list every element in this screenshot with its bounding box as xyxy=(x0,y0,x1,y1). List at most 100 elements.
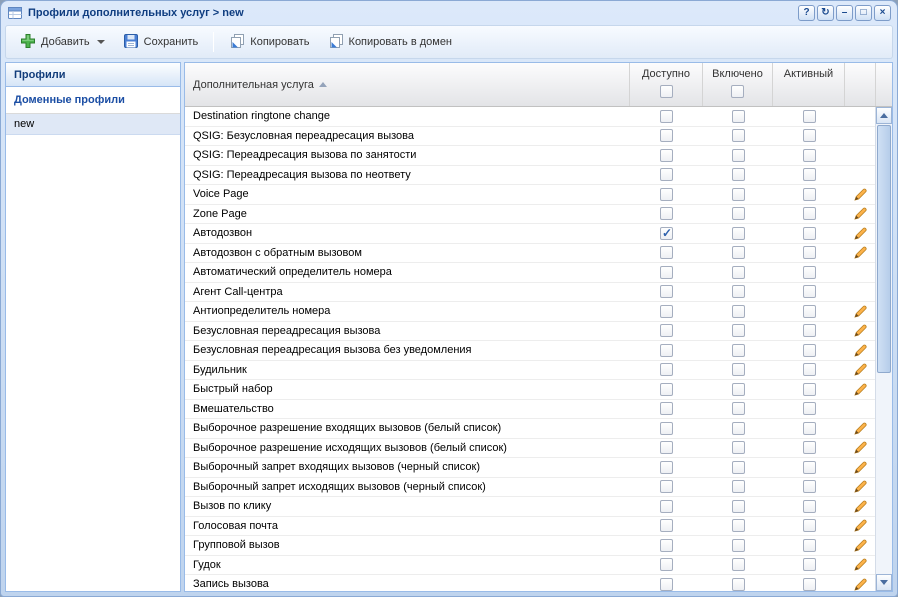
active-checkbox[interactable] xyxy=(803,266,816,279)
copy-to-domain-button[interactable]: Копировать в домен xyxy=(320,29,460,56)
available-checkbox[interactable] xyxy=(660,422,673,435)
enabled-checkbox[interactable] xyxy=(732,558,745,571)
available-checkbox[interactable] xyxy=(660,539,673,552)
enabled-checkbox[interactable] xyxy=(732,266,745,279)
enabled-checkbox[interactable] xyxy=(732,363,745,376)
sidebar-item-new[interactable]: new xyxy=(6,114,180,135)
table-row[interactable]: Безусловная переадресация вызова без уве… xyxy=(185,341,875,361)
active-checkbox[interactable] xyxy=(803,246,816,259)
enabled-checkbox[interactable] xyxy=(732,188,745,201)
available-checkbox[interactable] xyxy=(660,305,673,318)
enabled-checkbox[interactable] xyxy=(732,285,745,298)
minimize-button[interactable]: – xyxy=(836,5,853,21)
active-checkbox[interactable] xyxy=(803,207,816,220)
available-checkbox[interactable] xyxy=(660,129,673,142)
table-row[interactable]: Безусловная переадресация вызова xyxy=(185,322,875,342)
table-row[interactable]: Вмешательство xyxy=(185,400,875,420)
column-header-active[interactable]: Активный xyxy=(773,63,845,106)
active-checkbox[interactable] xyxy=(803,519,816,532)
scrollbar-track[interactable] xyxy=(876,124,892,574)
scrollbar-thumb[interactable] xyxy=(877,125,891,373)
enabled-checkbox[interactable] xyxy=(732,149,745,162)
enabled-checkbox[interactable] xyxy=(732,305,745,318)
table-row[interactable]: Будильник xyxy=(185,361,875,381)
column-header-enabled[interactable]: Включено xyxy=(703,63,773,106)
available-checkbox[interactable] xyxy=(660,402,673,415)
available-checkbox[interactable] xyxy=(660,500,673,513)
enabled-checkbox[interactable] xyxy=(732,539,745,552)
table-row[interactable]: Автодозвон с обратным вызовом xyxy=(185,244,875,264)
refresh-button[interactable]: ↻ xyxy=(817,5,834,21)
enabled-checkbox[interactable] xyxy=(732,461,745,474)
edit-pencil-icon[interactable] xyxy=(854,305,867,318)
active-checkbox[interactable] xyxy=(803,324,816,337)
active-checkbox[interactable] xyxy=(803,539,816,552)
available-checkbox[interactable] xyxy=(660,363,673,376)
active-checkbox[interactable] xyxy=(803,149,816,162)
available-checkbox[interactable] xyxy=(660,324,673,337)
enabled-checkbox[interactable] xyxy=(732,168,745,181)
enabled-checkbox[interactable] xyxy=(732,246,745,259)
table-row[interactable]: Вызов по клику xyxy=(185,497,875,517)
edit-pencil-icon[interactable] xyxy=(854,500,867,513)
active-checkbox[interactable] xyxy=(803,168,816,181)
active-checkbox[interactable] xyxy=(803,441,816,454)
enabled-header-checkbox[interactable] xyxy=(731,85,744,98)
sidebar-group-domain-profiles[interactable]: Доменные профили xyxy=(6,87,180,114)
active-checkbox[interactable] xyxy=(803,461,816,474)
table-row[interactable]: Автодозвон xyxy=(185,224,875,244)
table-row[interactable]: Голосовая почта xyxy=(185,517,875,537)
table-row[interactable]: QSIG: Переадресация вызова по занятости xyxy=(185,146,875,166)
enabled-checkbox[interactable] xyxy=(732,207,745,220)
edit-pencil-icon[interactable] xyxy=(854,363,867,376)
table-row[interactable]: Zone Page xyxy=(185,205,875,225)
available-checkbox[interactable] xyxy=(660,441,673,454)
available-checkbox[interactable] xyxy=(660,461,673,474)
enabled-checkbox[interactable] xyxy=(732,402,745,415)
table-row[interactable]: Быстрый набор xyxy=(185,380,875,400)
vertical-scrollbar[interactable] xyxy=(875,107,892,591)
table-row[interactable]: Destination ringtone change xyxy=(185,107,875,127)
edit-pencil-icon[interactable] xyxy=(854,188,867,201)
available-checkbox[interactable] xyxy=(660,578,673,591)
table-row[interactable]: Выборочный запрет входящих вызовов (черн… xyxy=(185,458,875,478)
active-checkbox[interactable] xyxy=(803,578,816,591)
table-row[interactable]: Запись вызова xyxy=(185,575,875,591)
enabled-checkbox[interactable] xyxy=(732,344,745,357)
help-button[interactable]: ? xyxy=(798,5,815,21)
enabled-checkbox[interactable] xyxy=(732,129,745,142)
available-checkbox[interactable] xyxy=(660,480,673,493)
edit-pencil-icon[interactable] xyxy=(854,207,867,220)
active-checkbox[interactable] xyxy=(803,500,816,513)
add-button[interactable]: Добавить xyxy=(12,29,113,56)
table-row[interactable]: Агент Call-центра xyxy=(185,283,875,303)
enabled-checkbox[interactable] xyxy=(732,480,745,493)
available-checkbox[interactable] xyxy=(660,285,673,298)
enabled-checkbox[interactable] xyxy=(732,324,745,337)
close-button[interactable]: × xyxy=(874,5,891,21)
available-checkbox[interactable] xyxy=(660,246,673,259)
edit-pencil-icon[interactable] xyxy=(854,344,867,357)
available-checkbox[interactable] xyxy=(660,207,673,220)
table-row[interactable]: Групповой вызов xyxy=(185,536,875,556)
edit-pencil-icon[interactable] xyxy=(854,480,867,493)
enabled-checkbox[interactable] xyxy=(732,110,745,123)
active-checkbox[interactable] xyxy=(803,110,816,123)
edit-pencil-icon[interactable] xyxy=(854,324,867,337)
edit-pencil-icon[interactable] xyxy=(854,558,867,571)
edit-pencil-icon[interactable] xyxy=(854,383,867,396)
maximize-button[interactable]: □ xyxy=(855,5,872,21)
available-checkbox[interactable] xyxy=(660,168,673,181)
available-checkbox[interactable] xyxy=(660,519,673,532)
active-checkbox[interactable] xyxy=(803,480,816,493)
table-row[interactable]: Гудок xyxy=(185,556,875,576)
available-checkbox[interactable] xyxy=(660,266,673,279)
edit-pencil-icon[interactable] xyxy=(854,422,867,435)
table-row[interactable]: Автоматический определитель номера xyxy=(185,263,875,283)
available-checkbox[interactable] xyxy=(660,344,673,357)
enabled-checkbox[interactable] xyxy=(732,227,745,240)
enabled-checkbox[interactable] xyxy=(732,441,745,454)
copy-button[interactable]: Копировать xyxy=(221,29,317,56)
sidebar-tab-profili[interactable]: Профили xyxy=(6,63,180,87)
edit-pencil-icon[interactable] xyxy=(854,539,867,552)
